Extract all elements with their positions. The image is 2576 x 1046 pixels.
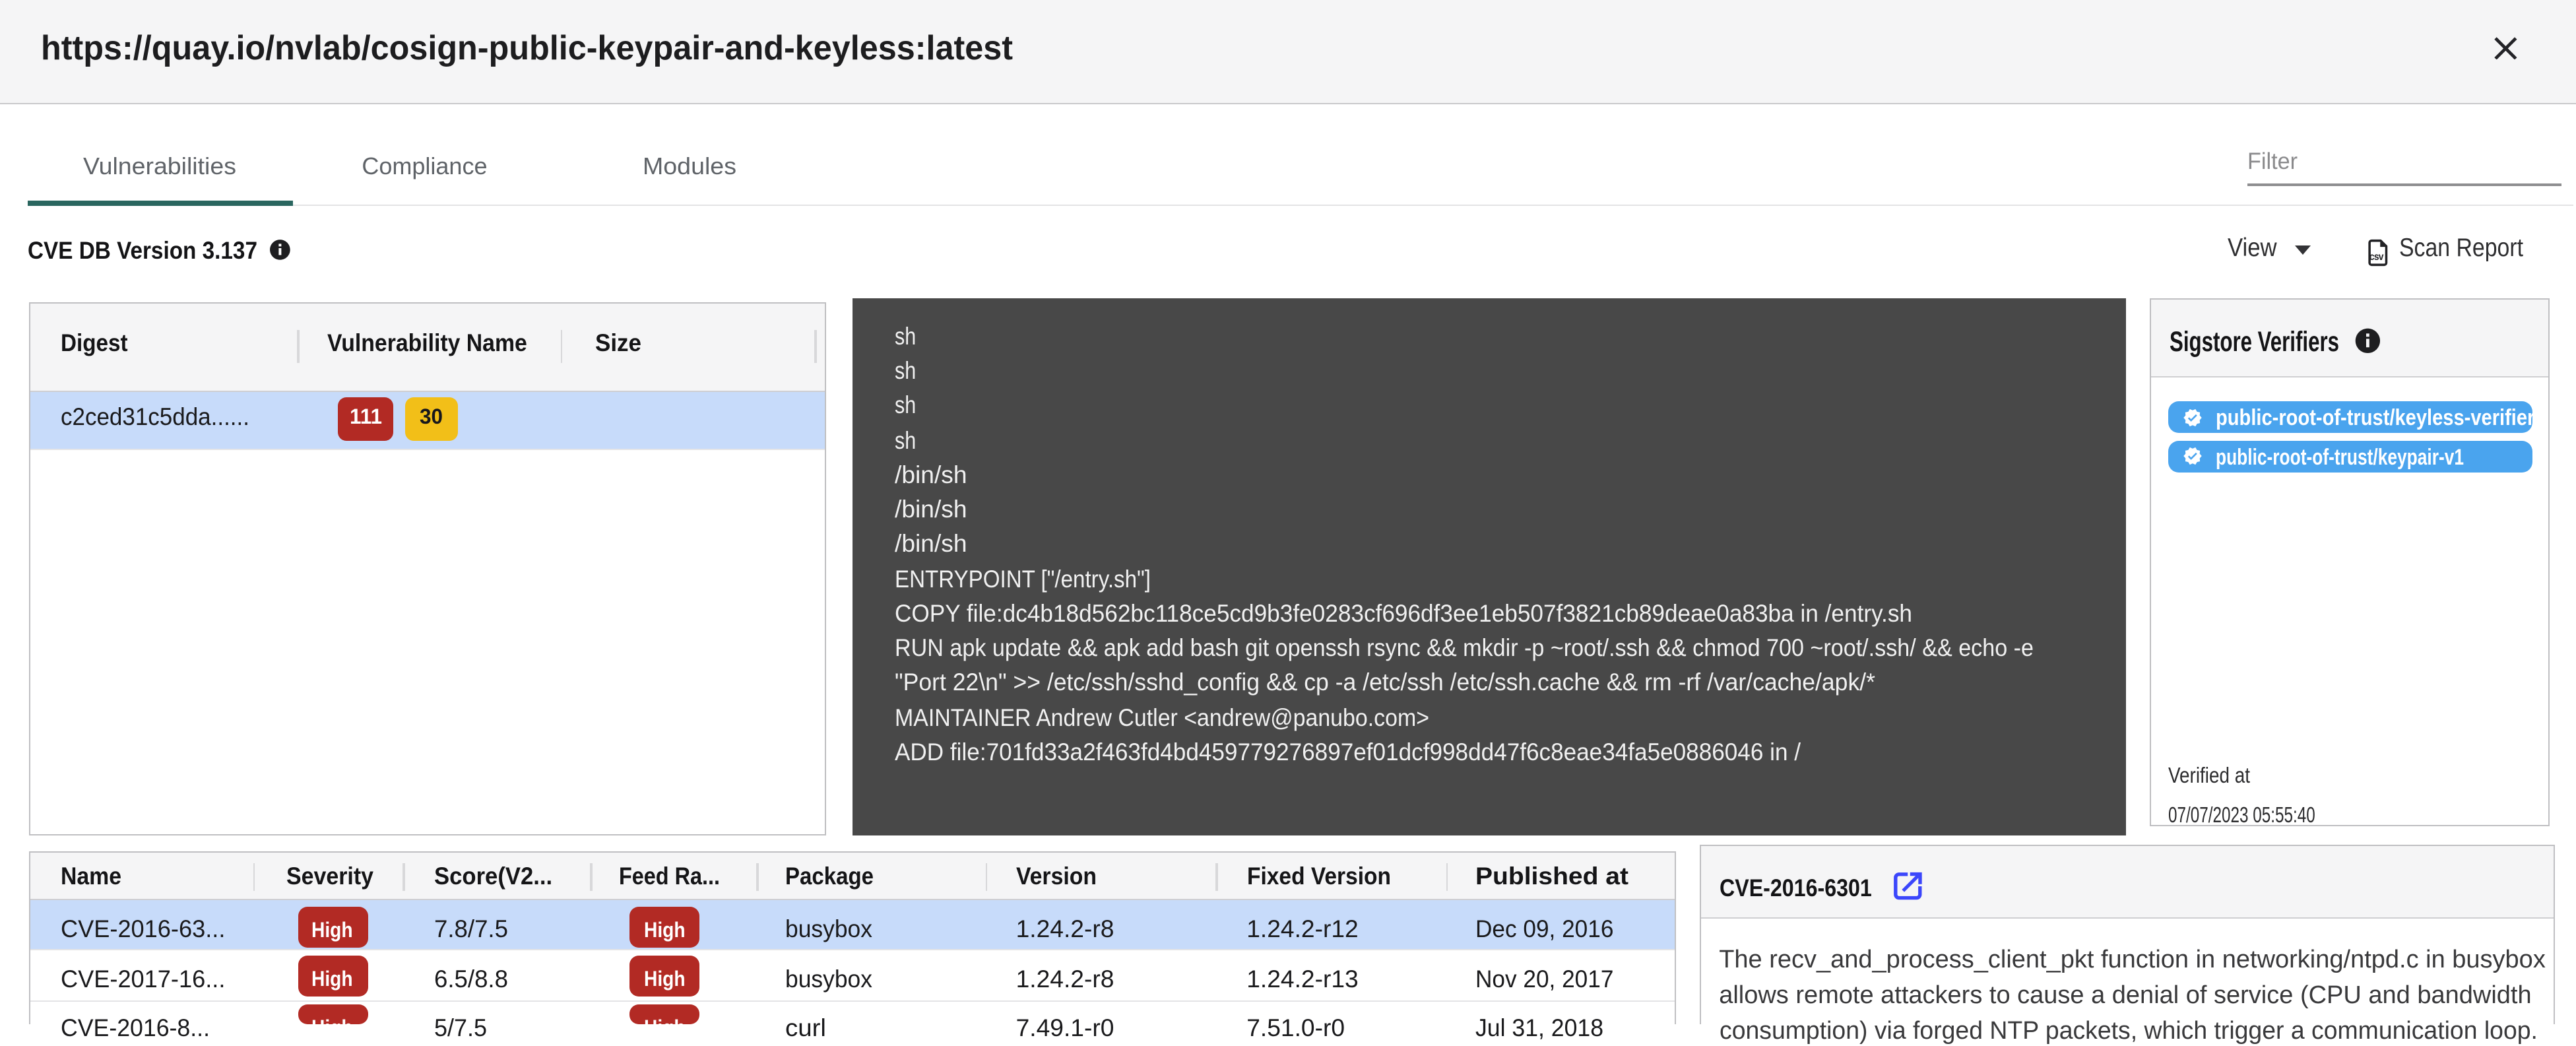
svg-text:csv: csv xyxy=(2369,251,2383,263)
